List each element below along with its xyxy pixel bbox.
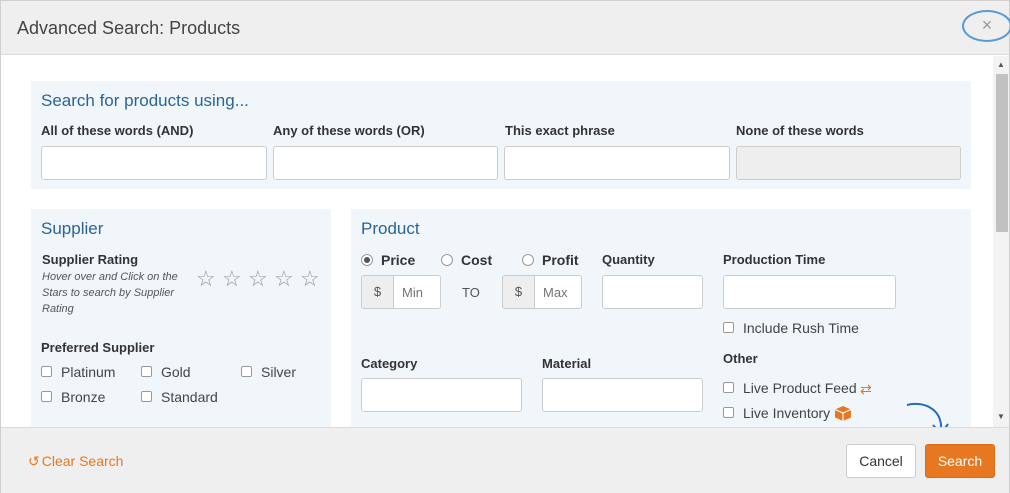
scroll-thumb[interactable] — [996, 74, 1008, 232]
preferred-supplier-label: Preferred Supplier — [41, 340, 155, 355]
category-label: Category — [361, 356, 418, 371]
bronze-label: Bronze — [61, 389, 106, 405]
supplier-rating-hint: Hover over and Click on the Stars to sea… — [42, 271, 178, 315]
modal-scrollbar[interactable]: ▲ ▼ — [993, 56, 1009, 427]
silver-checkbox[interactable] — [241, 366, 252, 377]
advanced-search-modal: Advanced Search: Products × Search for p… — [0, 0, 1010, 493]
bronze-checkbox[interactable] — [41, 391, 52, 402]
exact-phrase-input[interactable] — [504, 146, 730, 180]
material-label: Material — [542, 356, 592, 371]
product-panel-title: Product — [361, 219, 420, 238]
include-rush-checkbox[interactable] — [723, 322, 734, 333]
price-radio[interactable] — [361, 254, 373, 266]
any-words-label: Any of these words (OR) — [273, 123, 425, 138]
price-min-input[interactable] — [394, 275, 441, 309]
material-input[interactable] — [542, 378, 703, 412]
price-max-input[interactable] — [535, 275, 582, 309]
star-icon[interactable]: ☆ — [248, 268, 268, 290]
gold-checkbox[interactable] — [141, 366, 152, 377]
any-words-input[interactable] — [273, 146, 498, 180]
cancel-button[interactable]: Cancel — [846, 444, 916, 478]
profit-radio-label: Profit — [542, 252, 579, 268]
modal-header: Advanced Search: Products × — [1, 1, 1010, 55]
production-time-label: Production Time — [723, 252, 826, 267]
live-inventory-label: Live Inventory — [743, 405, 831, 421]
live-product-feed-label: Live Product Feed — [743, 380, 857, 396]
star-icon[interactable]: ☆ — [300, 268, 320, 290]
close-icon[interactable]: × — [962, 10, 1010, 42]
box-icon — [834, 405, 852, 427]
other-label: Other — [723, 351, 758, 366]
none-words-label: None of these words — [736, 123, 864, 138]
include-rush-label: Include Rush Time — [743, 320, 859, 336]
all-words-input[interactable] — [41, 146, 267, 180]
category-input[interactable] — [361, 378, 522, 412]
price-to-label: TO — [462, 285, 480, 300]
live-inventory-checkbox[interactable] — [723, 407, 734, 418]
profit-radio[interactable] — [522, 254, 534, 266]
platinum-label: Platinum — [61, 364, 116, 380]
production-time-input[interactable] — [723, 275, 896, 309]
max-currency-addon: $ — [502, 275, 535, 309]
scroll-down-icon[interactable]: ▼ — [993, 410, 1009, 424]
live-product-feed-checkbox[interactable] — [723, 382, 734, 393]
gold-label: Gold — [161, 364, 191, 380]
scroll-up-icon[interactable]: ▲ — [993, 58, 1009, 72]
star-icon[interactable]: ☆ — [196, 268, 216, 290]
search-button[interactable]: Search — [925, 444, 995, 478]
swap-arrows-icon: ⇄ — [860, 381, 872, 397]
cost-radio[interactable] — [441, 254, 453, 266]
star-icon[interactable]: ☆ — [222, 268, 242, 290]
standard-label: Standard — [161, 389, 218, 405]
modal-body: Search for products using... All of thes… — [1, 56, 1009, 427]
exact-phrase-label: This exact phrase — [505, 123, 615, 138]
cost-radio-label: Cost — [461, 252, 493, 268]
quantity-input[interactable] — [602, 275, 703, 309]
quantity-label: Quantity — [602, 252, 655, 267]
supplier-rating-label: Supplier Rating — [42, 252, 139, 267]
clear-search-link[interactable]: ↺ Clear Search — [28, 453, 123, 470]
min-currency-addon: $ — [361, 275, 394, 309]
modal-title: Advanced Search: Products — [17, 18, 241, 38]
keyword-panel-title: Search for products using... — [41, 91, 249, 110]
star-icon[interactable]: ☆ — [274, 268, 294, 290]
modal-footer: ↺ Clear Search Cancel Search — [1, 427, 1009, 493]
platinum-checkbox[interactable] — [41, 366, 52, 377]
silver-label: Silver — [261, 364, 297, 380]
price-radio-label: Price — [381, 252, 416, 268]
all-words-label: All of these words (AND) — [41, 123, 194, 138]
none-words-input[interactable] — [736, 146, 961, 180]
clear-search-label: Clear Search — [41, 453, 124, 469]
undo-icon: ↺ — [28, 453, 40, 469]
supplier-panel-title: Supplier — [41, 219, 104, 238]
standard-checkbox[interactable] — [141, 391, 152, 402]
